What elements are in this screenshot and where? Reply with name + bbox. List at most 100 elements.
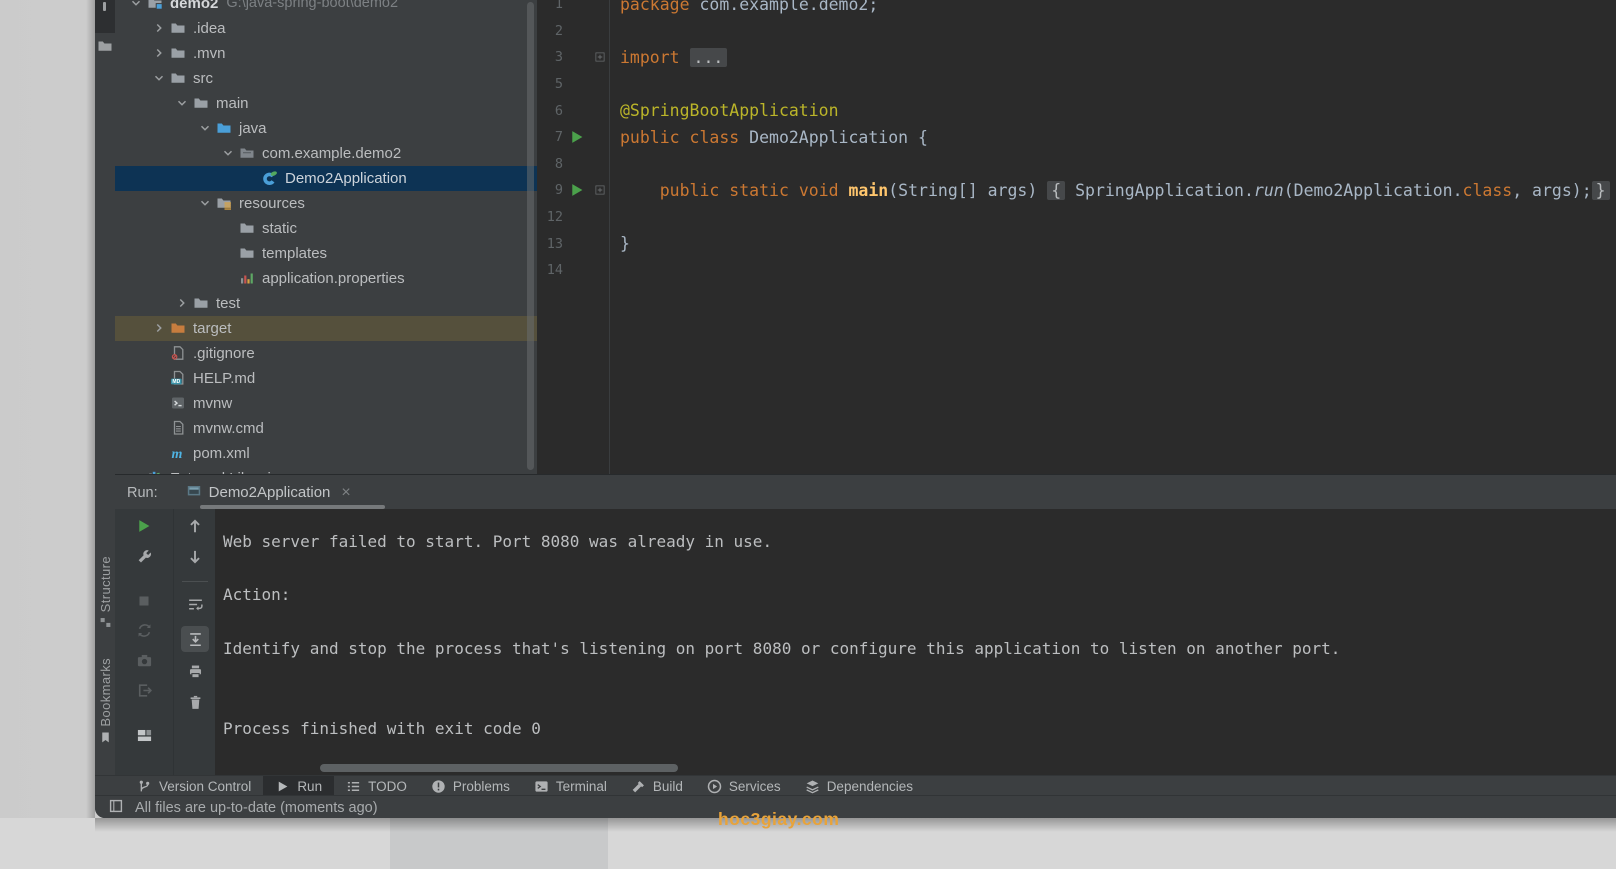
project-path: G:\java-spring-boot\demo2 xyxy=(226,0,398,11)
chevron-down-icon[interactable] xyxy=(175,96,189,110)
code-text: package com.example.demo2; xyxy=(613,0,878,14)
console-line xyxy=(223,608,1340,635)
tree-item-resources[interactable]: resources xyxy=(115,191,537,216)
tree-item-demo2application[interactable]: Demo2Application xyxy=(115,166,537,191)
toolwindow-button-services[interactable]: Services xyxy=(695,776,793,796)
settings-wrench-icon xyxy=(136,548,153,565)
tree-item-label: .mvn xyxy=(193,45,226,62)
tree-item-label: mvnw.cmd xyxy=(193,420,264,437)
chevron-right-icon[interactable] xyxy=(152,321,166,335)
tree-item-com-example-demo2[interactable]: com.example.demo2 xyxy=(115,141,537,166)
tree-item-mvnw[interactable]: mvnw xyxy=(115,391,537,416)
tree-item--idea[interactable]: .idea xyxy=(115,16,537,41)
toolwindow-button-build[interactable]: Build xyxy=(619,776,695,796)
editor-line-2: 2 xyxy=(537,18,1616,45)
arrow-up-icon xyxy=(186,517,204,535)
fold-expand-icon[interactable] xyxy=(594,51,606,63)
tree-item-pom-xml[interactable]: mpom.xml xyxy=(115,441,537,466)
toolwindow-button-version-control[interactable]: Version Control xyxy=(125,776,263,796)
tree-item-label: templates xyxy=(262,245,327,262)
console-horizontal-scrollbar[interactable] xyxy=(320,764,678,772)
console-line: Identify and stop the process that's lis… xyxy=(223,635,1340,662)
project-stripe-button[interactable] xyxy=(95,0,115,33)
tree-item-main[interactable]: main xyxy=(115,91,537,116)
tree-item-application-properties[interactable]: application.properties xyxy=(115,266,537,291)
tree-item-demo2[interactable]: demo2 G:\java-spring-boot\demo2 xyxy=(115,0,537,16)
structure-icon xyxy=(99,616,112,634)
toolwindow-button-todo[interactable]: TODO xyxy=(334,776,419,796)
chevron-down-icon[interactable] xyxy=(198,121,212,135)
gitignore-file-icon xyxy=(170,345,186,361)
tree-item-external-libraries[interactable]: External Libraries xyxy=(115,466,537,475)
chevron-down-icon[interactable] xyxy=(129,0,143,10)
arrow-down-button[interactable] xyxy=(185,548,205,566)
soft-wrap-button[interactable] xyxy=(185,595,205,613)
toolwindow-button-problems[interactable]: Problems xyxy=(419,776,522,796)
run-tab-title: Demo2Application xyxy=(209,484,331,501)
toolwindow-button-run[interactable]: Run xyxy=(263,776,334,796)
restore-layout-icon xyxy=(136,727,153,744)
tree-item-target[interactable]: target xyxy=(115,316,537,341)
chevron-right-icon[interactable] xyxy=(152,46,166,60)
run-tab-demo2application[interactable]: Demo2Application × xyxy=(186,483,351,503)
maven-icon: m xyxy=(170,445,186,461)
tree-item-label: com.example.demo2 xyxy=(262,145,401,162)
exit-button xyxy=(134,682,154,699)
run-console[interactable]: Web server failed to start. Port 8080 wa… xyxy=(215,509,1616,775)
clear-trash-button[interactable] xyxy=(185,693,205,711)
todo-list-icon xyxy=(346,779,361,794)
build-hammer-icon xyxy=(631,779,646,794)
tree-item-label: test xyxy=(216,295,240,312)
tree-item--mvn[interactable]: .mvn xyxy=(115,41,537,66)
print-button[interactable] xyxy=(185,662,205,680)
chevron-right-icon[interactable] xyxy=(152,21,166,35)
tree-item-templates[interactable]: templates xyxy=(115,241,537,266)
problems-exclaim-icon xyxy=(431,779,446,794)
settings-wrench-button[interactable] xyxy=(134,548,154,565)
editor-line-5: 5 xyxy=(537,71,1616,98)
console-line: Action: xyxy=(223,581,1340,608)
thread-dump-camera-icon xyxy=(136,652,153,669)
tree-item-help-md[interactable]: MDHELP.md xyxy=(115,366,537,391)
tree-item-test[interactable]: test xyxy=(115,291,537,316)
tree-item-label: demo2 xyxy=(170,0,218,12)
sidebar-item-structure[interactable]: Structure xyxy=(95,556,115,634)
tree-item-src[interactable]: src xyxy=(115,66,537,91)
code-text: } xyxy=(613,234,630,253)
scroll-to-end-button[interactable] xyxy=(181,626,209,652)
project-tree-scrollbar[interactable] xyxy=(527,2,534,470)
run-line-icon[interactable] xyxy=(568,181,586,199)
tree-item-label: mvnw xyxy=(193,395,232,412)
bookmarks-label: Bookmarks xyxy=(98,658,113,727)
status-window-icon[interactable] xyxy=(108,798,124,818)
close-icon[interactable]: × xyxy=(341,484,350,502)
tree-item-static[interactable]: static xyxy=(115,216,537,241)
tree-item-java[interactable]: java xyxy=(115,116,537,141)
arrow-up-button[interactable] xyxy=(185,517,205,535)
code-editor[interactable]: 1package com.example.demo2;23import ...5… xyxy=(537,0,1616,474)
console-line xyxy=(223,688,1340,715)
chevron-right-icon[interactable] xyxy=(175,296,189,310)
toolwindow-button-dependencies[interactable]: Dependencies xyxy=(793,776,925,796)
sidebar-item-bookmarks[interactable]: Bookmarks xyxy=(95,658,115,749)
terminal-icon xyxy=(534,779,549,794)
chevron-down-icon[interactable] xyxy=(198,196,212,210)
run-line-icon[interactable] xyxy=(568,128,586,146)
rerun-button[interactable] xyxy=(134,517,154,535)
tree-item--gitignore[interactable]: .gitignore xyxy=(115,341,537,366)
project-folder-icon[interactable] xyxy=(97,38,113,59)
status-message[interactable]: All files are up-to-date (moments ago) xyxy=(135,800,378,816)
toolwindow-button-terminal[interactable]: Terminal xyxy=(522,776,619,796)
restore-layout-button[interactable] xyxy=(134,727,154,744)
chevron-down-icon[interactable] xyxy=(152,71,166,85)
chevron-down-icon[interactable] xyxy=(221,146,235,160)
rerun-icon xyxy=(135,517,153,535)
fold-expand-icon[interactable] xyxy=(594,184,606,196)
line-number: 14 xyxy=(537,262,567,278)
run-console-icon xyxy=(186,483,202,503)
desktop-background: Structure Bookmarks External Librariesmp… xyxy=(0,0,1616,869)
svg-text:m: m xyxy=(172,447,183,461)
module-folder-icon xyxy=(147,0,163,11)
toolwindow-button-label: Build xyxy=(653,779,683,794)
tree-item-mvnw-cmd[interactable]: mvnw.cmd xyxy=(115,416,537,441)
